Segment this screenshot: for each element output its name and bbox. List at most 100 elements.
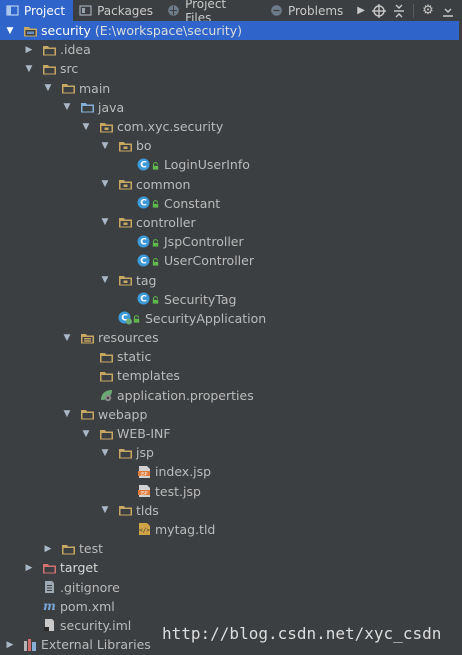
chevron-down-icon[interactable]: ▼ <box>81 429 91 439</box>
svg-text:C: C <box>140 199 147 209</box>
tree-item-label: mytag.tld <box>155 521 216 537</box>
package-icon <box>99 120 114 134</box>
module-folder-icon <box>23 24 38 38</box>
collapse-icon[interactable] <box>391 3 407 19</box>
more-tabs-icon[interactable]: ▶ <box>351 5 371 16</box>
tree-item-controller[interactable]: ▼ controller <box>0 213 462 232</box>
tree-item-securitytag[interactable]: C SecurityTag <box>0 290 462 309</box>
project-files-icon <box>167 4 180 17</box>
tree-item-securityapplication[interactable]: C SecurityApplication <box>0 309 462 328</box>
tool-window-tabbar: Project Packages Project Files Problems ▶ ⚙ <box>0 0 462 25</box>
chevron-down-icon[interactable]: ▼ <box>100 505 110 515</box>
hide-icon[interactable] <box>440 3 456 19</box>
chevron-down-icon[interactable]: ▼ <box>81 122 91 132</box>
tab-label: Packages <box>97 3 154 18</box>
class-icon: C <box>137 254 159 268</box>
text-file-icon <box>42 580 57 594</box>
tree-item-gitignore[interactable]: .gitignore <box>0 577 462 596</box>
tree-item-web-inf[interactable]: ▼ WEB-INF <box>0 424 462 443</box>
tree-item-common[interactable]: ▼ common <box>0 175 462 194</box>
tree-item-jsp[interactable]: ▼ jsp <box>0 443 462 462</box>
tree-item-loginuserinfo[interactable]: C LoginUserInfo <box>0 155 462 174</box>
chevron-down-icon[interactable]: ▼ <box>62 333 72 343</box>
package-icon <box>118 215 133 229</box>
tree-item-test[interactable]: ▶ test <box>0 539 462 558</box>
chevron-down-icon[interactable]: ▼ <box>62 409 72 419</box>
folder-icon <box>99 350 114 364</box>
tree-item-templates[interactable]: templates <box>0 366 462 385</box>
tree-item-label: pom.xml <box>60 598 115 614</box>
gear-icon[interactable]: ⚙ <box>420 3 436 19</box>
tree-item-constant[interactable]: C Constant <box>0 194 462 213</box>
class-icon: C <box>137 158 159 172</box>
tab-label: Problems <box>287 3 344 18</box>
tree-item-label: security <box>41 23 91 39</box>
folder-icon <box>61 542 76 556</box>
chevron-down-icon[interactable]: ▼ <box>100 217 110 227</box>
tree-item-label: .gitignore <box>60 579 120 595</box>
chevron-right-icon[interactable]: ▶ <box>5 640 15 650</box>
tree-item-label: test <box>79 541 104 557</box>
tab-project[interactable]: Project <box>0 0 74 21</box>
chevron-down-icon[interactable]: ▼ <box>100 141 110 151</box>
tree-item-mytag-tld[interactable]: </> mytag.tld <box>0 520 462 539</box>
tree-item-src[interactable]: ▼ src <box>0 59 462 78</box>
tree-item-resources[interactable]: ▼ resources <box>0 328 462 347</box>
folder-icon <box>118 446 133 460</box>
tree-item-label: External Libraries <box>41 637 151 653</box>
folder-icon <box>80 407 95 421</box>
sync-icon[interactable] <box>371 3 387 19</box>
tree-item-test-jsp[interactable]: JSP test.jsp <box>0 482 462 501</box>
tree-item-target[interactable]: ▶ target <box>0 558 462 577</box>
tree-item-label: com.xyc.security <box>117 119 224 135</box>
chevron-down-icon[interactable]: ▼ <box>100 448 110 458</box>
excluded-folder-icon <box>42 561 57 575</box>
tree-item-jspcontroller[interactable]: C JspController <box>0 232 462 251</box>
chevron-down-icon[interactable]: ▼ <box>100 275 110 285</box>
tree-item-security[interactable]: ▼ security (E:\workspace\security) <box>0 21 462 41</box>
tree-item-usercontroller[interactable]: C UserController <box>0 251 462 270</box>
tree-item-label: target <box>60 560 99 576</box>
tree-item-label: bo <box>136 138 152 154</box>
tree-item-static[interactable]: static <box>0 347 462 366</box>
package-icon <box>118 177 133 191</box>
jsp-file-icon: JSP <box>137 484 152 498</box>
tree-item-webapp[interactable]: ▼ webapp <box>0 405 462 424</box>
maven-file-icon: m <box>42 599 57 613</box>
tab-project-files[interactable]: Project Files <box>161 0 264 25</box>
chevron-right-icon[interactable]: ▶ <box>24 563 34 573</box>
tree-item-label: tag <box>136 272 157 288</box>
spring-properties-icon <box>99 388 114 402</box>
tree-item-bo[interactable]: ▼ bo <box>0 136 462 155</box>
tree-item-label: webapp <box>98 406 148 422</box>
spring-class-icon: C <box>118 311 140 325</box>
folder-icon <box>42 43 57 57</box>
chevron-right-icon[interactable]: ▶ <box>24 45 34 55</box>
tree-item-application-properties[interactable]: application.properties <box>0 386 462 405</box>
tree-item-idea[interactable]: ▶ .idea <box>0 40 462 59</box>
tree-item-com-xyc-security[interactable]: ▼ com.xyc.security <box>0 117 462 136</box>
chevron-down-icon[interactable]: ▼ <box>24 64 34 74</box>
tab-packages[interactable]: Packages <box>73 0 161 21</box>
chevron-down-icon[interactable]: ▼ <box>5 26 15 36</box>
chevron-down-icon[interactable]: ▼ <box>62 102 72 112</box>
tree-item-pom-xml[interactable]: m pom.xml <box>0 597 462 616</box>
svg-text:C: C <box>140 237 147 247</box>
libraries-icon <box>23 638 38 652</box>
chevron-down-icon[interactable]: ▼ <box>100 179 110 189</box>
chevron-down-icon[interactable]: ▼ <box>43 83 53 93</box>
svg-text:m: m <box>43 599 56 613</box>
tree-item-main[interactable]: ▼ main <box>0 79 462 98</box>
tree-item-tlds[interactable]: ▼ tlds <box>0 501 462 520</box>
chevron-right-icon[interactable]: ▶ <box>43 544 53 554</box>
tab-list: Project Packages Project Files Problems <box>0 0 351 25</box>
folder-icon <box>99 427 114 441</box>
tree-item-label: static <box>117 349 152 365</box>
tree-item-label: JspController <box>164 234 244 250</box>
tab-problems[interactable]: Problems <box>264 0 351 21</box>
tree-item-tag[interactable]: ▼ tag <box>0 270 462 289</box>
project-icon <box>6 4 19 17</box>
tree-item-index-jsp[interactable]: JSP index.jsp <box>0 462 462 481</box>
tree-item-java[interactable]: ▼ java <box>0 98 462 117</box>
tree-item-label: common <box>136 176 191 192</box>
